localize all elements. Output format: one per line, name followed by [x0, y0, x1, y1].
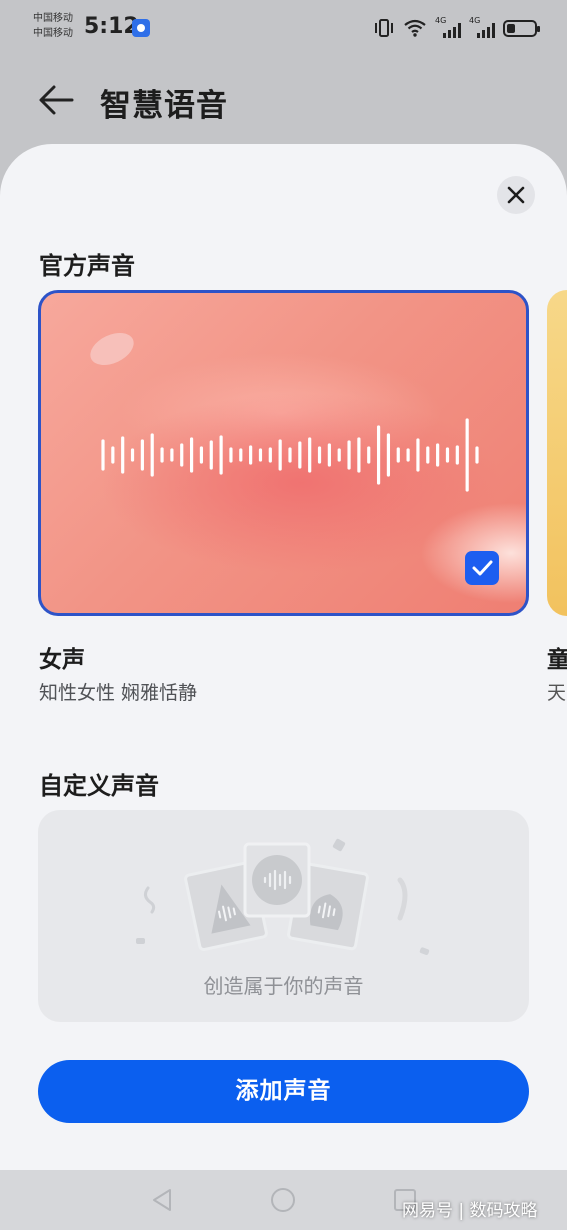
- official-voices-title: 官方声音: [39, 252, 135, 280]
- arrow-left-icon: [39, 85, 74, 115]
- wifi-icon: [404, 19, 426, 37]
- signal-icon-sim1: 4G: [435, 16, 461, 38]
- circle-home-icon[interactable]: [270, 1187, 296, 1213]
- close-icon: [507, 186, 525, 204]
- battery-icon: [503, 19, 540, 37]
- voice-sheet: 官方声音 童 天 女声 知性女性 娴雅恬静 自定义声音 创造属于你的声音 添加声…: [0, 144, 567, 1170]
- triangle-back-icon[interactable]: [150, 1187, 176, 1213]
- selected-checkbox[interactable]: [465, 551, 499, 585]
- checkmark-icon: [472, 560, 493, 576]
- status-icons: 4G 4G: [373, 16, 540, 40]
- custom-voice-placeholder[interactable]: 创造属于你的声音: [38, 810, 529, 1022]
- status-bar: 中国移动 中国移动 5:12 4G 4G: [0, 0, 567, 56]
- voice-name-female: 女声: [39, 647, 85, 673]
- back-button[interactable]: [36, 78, 80, 122]
- status-time: 5:12: [84, 14, 139, 39]
- custom-voice-caption: 创造属于你的声音: [203, 974, 364, 998]
- waveform-graphic: [101, 418, 479, 492]
- voice-desc-female: 知性女性 娴雅恬静: [39, 682, 198, 704]
- carrier-label-1: 中国移动: [33, 13, 73, 24]
- page-title: 智慧语音: [100, 88, 228, 124]
- notification-app-icon: [132, 19, 150, 37]
- voice-card-child[interactable]: [547, 290, 567, 616]
- page-header: 智慧语音: [0, 60, 567, 140]
- signal-icon-sim2: 4G: [469, 16, 495, 38]
- add-voice-button[interactable]: 添加声音: [38, 1060, 529, 1123]
- watermark: 网易号 | 数码攻略: [402, 1201, 538, 1221]
- voice-desc-child: 天: [547, 682, 567, 704]
- voice-name-child: 童: [547, 647, 567, 673]
- voice-card-female[interactable]: [38, 290, 529, 616]
- carrier-label-2: 中国移动: [33, 28, 73, 39]
- carrier-labels: 中国移动 中国移动: [33, 11, 73, 41]
- close-button[interactable]: [497, 176, 535, 214]
- custom-voices-title: 自定义声音: [39, 772, 159, 800]
- vibrate-icon: [375, 19, 393, 37]
